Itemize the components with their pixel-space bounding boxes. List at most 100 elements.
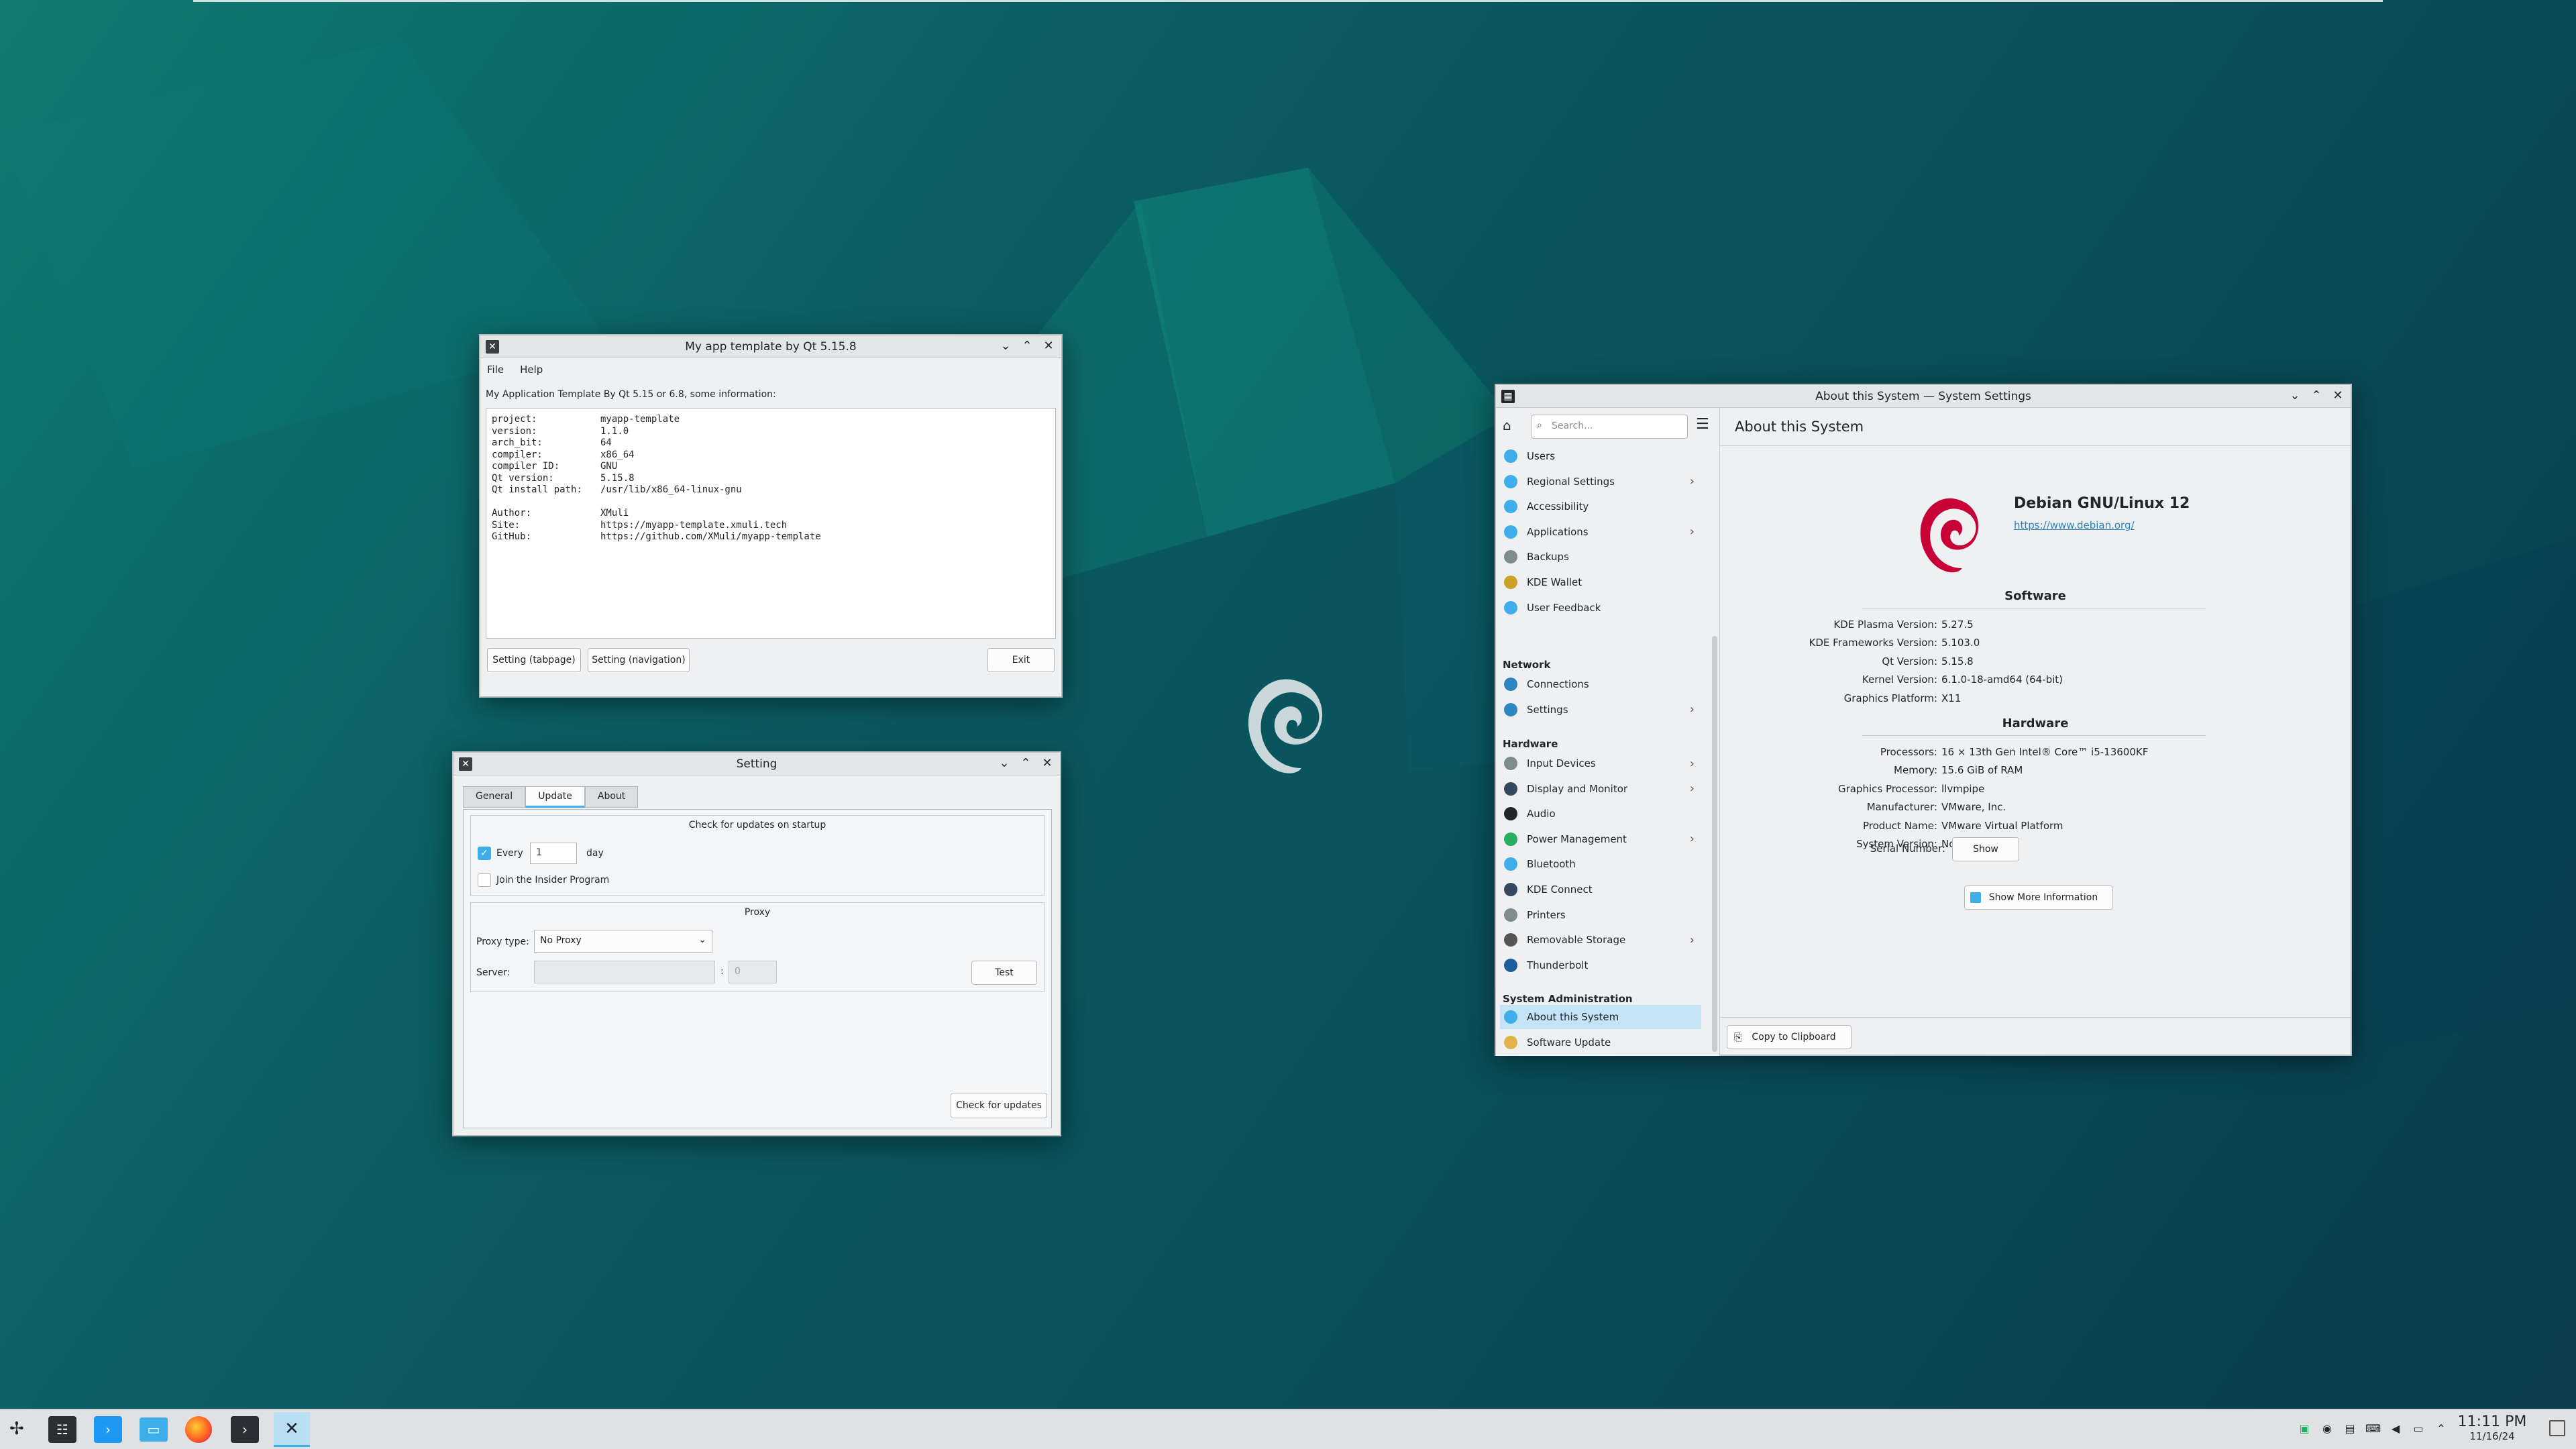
accessibility-icon xyxy=(1504,500,1517,514)
sidebar-item-kde-wallet[interactable]: KDE Wallet xyxy=(1500,570,1701,594)
exit-button[interactable]: Exit xyxy=(987,648,1055,672)
home-icon[interactable]: ⌂ xyxy=(1503,417,1511,433)
sidebar-item-input-devices[interactable]: Input Devices › xyxy=(1500,751,1701,775)
debian-logo-icon xyxy=(1248,679,1323,773)
info-row-key: Graphics Processor: xyxy=(1837,782,1937,795)
sidebar-item-label: Input Devices xyxy=(1527,757,1596,769)
info-icon xyxy=(1970,892,1981,903)
sidebar-item-thunderbolt[interactable]: Thunderbolt xyxy=(1500,953,1701,977)
sidebar-item-user-feedback[interactable]: User Feedback xyxy=(1500,596,1701,620)
sidebar-item-settings[interactable]: Settings › xyxy=(1500,698,1701,722)
hamburger-menu-icon[interactable]: ☰ xyxy=(1696,416,1709,433)
tray-expand-icon[interactable]: ⌃ xyxy=(2434,1421,2449,1436)
terminal-icon[interactable]: › xyxy=(231,1416,259,1443)
settings-titlebar[interactable]: ▦ About this System — System Settings ⌄ ⌃… xyxy=(1496,385,2351,408)
menu-help[interactable]: Help xyxy=(520,364,543,376)
network-icon[interactable]: ⌨ xyxy=(2365,1421,2381,1436)
info-line: compiler: x86_64 xyxy=(492,449,821,462)
show-desktop-icon[interactable] xyxy=(2549,1420,2565,1436)
close-icon[interactable]: ✕ xyxy=(2329,387,2347,405)
server-label: Server: xyxy=(476,967,511,978)
menubar: File Help xyxy=(487,364,543,376)
sidebar-item-regional-settings[interactable]: Regional Settings › xyxy=(1500,470,1701,494)
sidebar-item-backups[interactable]: Backups xyxy=(1500,545,1701,569)
setting-navigation-button[interactable]: Setting (navigation) xyxy=(588,648,690,672)
sidebar-item-label: KDE Connect xyxy=(1527,883,1593,896)
sidebar-item-removable-storage[interactable]: Removable Storage › xyxy=(1500,928,1701,952)
sidebar-item-connections[interactable]: Connections xyxy=(1500,672,1701,696)
sidebar-item-display-and-monitor[interactable]: Display and Monitor › xyxy=(1500,777,1701,801)
close-icon[interactable]: ✕ xyxy=(1038,755,1056,772)
menu-file[interactable]: File xyxy=(487,364,504,376)
info-line xyxy=(492,496,821,508)
software-heading: Software xyxy=(2004,589,2066,603)
discover-taskbar-icon[interactable]: › xyxy=(94,1416,122,1443)
insider-checkbox[interactable] xyxy=(478,873,491,887)
category-system-administration: System Administration xyxy=(1503,993,1633,1005)
info-key: arch_bit: xyxy=(492,437,543,448)
os-url-link[interactable]: https://www.debian.org/ xyxy=(2014,519,2135,531)
sidebar-item-kde-connect[interactable]: KDE Connect xyxy=(1500,877,1701,902)
file-manager-icon[interactable]: ▭ xyxy=(140,1417,168,1442)
disk-icon[interactable]: ◉ xyxy=(2320,1421,2334,1436)
setting-titlebar[interactable]: ✕ Setting ⌄ ⌃ ✕ xyxy=(453,753,1060,775)
sidebar-item-label: Power Management xyxy=(1527,833,1627,845)
app-x-icon: ✕ xyxy=(459,757,472,771)
search-input[interactable]: ⌕ Search... xyxy=(1531,415,1688,439)
every-days-input[interactable]: 1 xyxy=(530,843,577,864)
setting-title: Setting xyxy=(736,757,777,771)
tab-update[interactable]: Update xyxy=(525,786,585,808)
sidebar-item-bluetooth[interactable]: Bluetooth xyxy=(1500,852,1701,876)
info-line: project: myapp-template xyxy=(492,414,821,426)
sidebar-item-accessibility[interactable]: Accessibility xyxy=(1500,494,1701,519)
proxy-type-select[interactable]: No Proxy ⌄ xyxy=(534,930,712,953)
sidebar-item-applications[interactable]: Applications › xyxy=(1500,520,1701,544)
sidebar-item-audio[interactable]: Audio xyxy=(1500,802,1701,826)
sidebar-item-power-management[interactable]: Power Management › xyxy=(1500,827,1701,851)
test-button[interactable]: Test xyxy=(971,961,1037,985)
sidebar-item-about-this-system[interactable]: About this System xyxy=(1500,1005,1701,1029)
sidebar-scrollbar[interactable] xyxy=(1712,636,1717,1052)
kde-wallet-icon xyxy=(1504,576,1517,589)
minimize-icon[interactable]: ⌄ xyxy=(2286,387,2304,405)
maximize-icon[interactable]: ⌃ xyxy=(1017,755,1034,772)
tab-general[interactable]: General xyxy=(463,786,526,808)
info-key: Qt install path: xyxy=(492,484,582,495)
info-row: Product Name: VMware Virtual Platform xyxy=(1720,817,2063,835)
volume-icon[interactable]: ◀ xyxy=(2388,1421,2403,1436)
show-serial-button[interactable]: Show xyxy=(1952,837,2019,861)
server-input[interactable] xyxy=(534,961,715,983)
myapp-taskbar-icon[interactable]: ✕ xyxy=(274,1412,310,1447)
info-row-key: Memory: xyxy=(1894,764,1937,777)
maximize-icon[interactable]: ⌃ xyxy=(1018,337,1036,355)
proxy-type-label: Proxy type: xyxy=(476,936,529,947)
minimize-icon[interactable]: ⌄ xyxy=(997,337,1014,355)
clock[interactable]: 11:11 PM 11/16/24 xyxy=(2455,1413,2529,1442)
close-icon[interactable]: ✕ xyxy=(1040,337,1057,355)
check-updates-button[interactable]: Check for updates xyxy=(951,1093,1047,1118)
tab-about[interactable]: About xyxy=(584,786,639,808)
info-value: https://myapp-template.xmuli.tech xyxy=(600,519,788,531)
sidebar-item-software-update[interactable]: Software Update xyxy=(1500,1030,1701,1055)
sidebar-item-users[interactable]: Users xyxy=(1500,444,1701,468)
info-value: XMuli xyxy=(600,508,629,519)
copy-to-clipboard-button[interactable]: ⎘ Copy to Clipboard xyxy=(1727,1025,1851,1049)
system-settings-taskbar-icon[interactable]: ☷ xyxy=(48,1416,76,1443)
info-textbox[interactable]: project: myapp-template version: 1.1.0 arch_… xyxy=(486,408,1056,639)
clipboard-icon[interactable]: ▤ xyxy=(2343,1421,2357,1436)
firefox-icon[interactable] xyxy=(185,1416,212,1443)
show-more-info-button[interactable]: Show More Information xyxy=(1964,885,2113,910)
battery-icon[interactable]: ▣ xyxy=(2297,1421,2312,1436)
minimize-icon[interactable]: ⌄ xyxy=(996,755,1013,772)
info-value: /usr/lib/x86_64-linux-gnu xyxy=(600,484,742,495)
port-input[interactable]: 0 xyxy=(729,961,777,983)
every-checkbox[interactable]: ✓ xyxy=(478,847,491,860)
audio-icon xyxy=(1504,807,1517,821)
display-icon[interactable]: ▭ xyxy=(2411,1421,2426,1436)
maximize-icon[interactable]: ⌃ xyxy=(2308,387,2325,405)
setting-tabpage-button[interactable]: Setting (tabpage) xyxy=(487,648,581,672)
sidebar-item-printers[interactable]: Printers xyxy=(1500,903,1701,927)
removable-storage-icon xyxy=(1504,933,1517,947)
app-launcher-icon[interactable]: ✢ xyxy=(9,1419,24,1439)
main-titlebar[interactable]: ✕ My app template by Qt 5.15.8 ⌄ ⌃ ✕ xyxy=(480,335,1061,358)
